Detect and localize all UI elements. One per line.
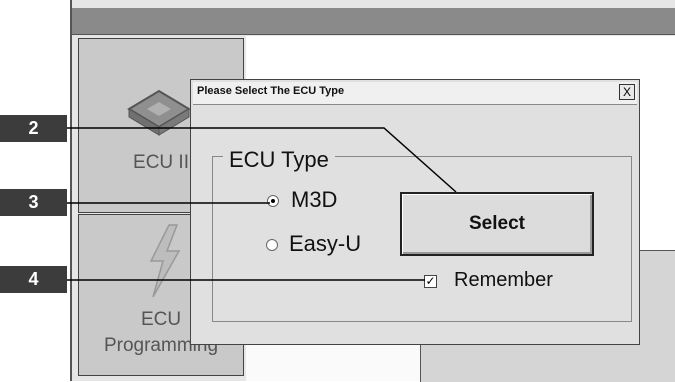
callout-4: 4 bbox=[0, 266, 67, 293]
callout-2: 2 bbox=[0, 115, 67, 142]
callout-3: 3 bbox=[0, 189, 67, 216]
callout-line-2 bbox=[67, 127, 457, 193]
callout-lines bbox=[67, 127, 457, 281]
